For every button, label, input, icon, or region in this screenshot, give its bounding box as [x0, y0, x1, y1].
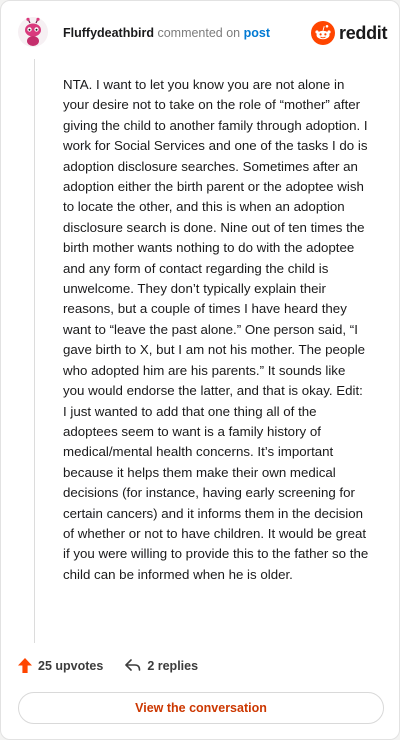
thread-line: [34, 59, 35, 643]
upvote-button[interactable]: 25 upvotes: [18, 658, 103, 673]
upvote-count: 25 upvotes: [38, 658, 104, 673]
upvote-arrow-icon: [18, 658, 32, 673]
comment-body: NTA. I want to let you know you are not …: [63, 77, 369, 582]
reddit-logo[interactable]: reddit: [311, 21, 388, 45]
reply-arrow-icon: [125, 659, 141, 671]
post-link[interactable]: post: [244, 26, 270, 40]
comment-card: Fluffydeathbird commented on post reddit…: [0, 0, 400, 740]
username[interactable]: Fluffydeathbird: [63, 26, 154, 40]
reddit-logo-icon: [311, 21, 335, 45]
avatar[interactable]: [18, 17, 48, 47]
comment-actions: 25 upvotes 2 replies: [18, 658, 198, 673]
view-conversation-button[interactable]: View the conversation: [18, 692, 384, 724]
brand-name: reddit: [339, 22, 388, 43]
reply-count: 2 replies: [147, 658, 199, 673]
replies-button[interactable]: 2 replies: [125, 659, 198, 673]
comment-header: Fluffydeathbird commented on post: [63, 26, 270, 40]
action-text: commented on: [157, 26, 241, 40]
